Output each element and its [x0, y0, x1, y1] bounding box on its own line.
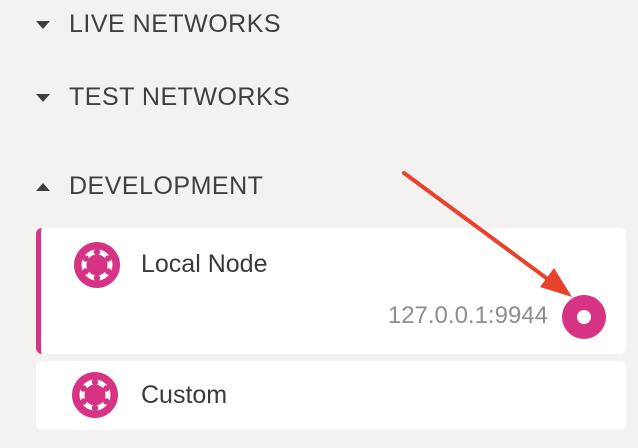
caret-down-icon [36, 20, 50, 29]
section-label: TEST NETWORKS [69, 83, 291, 111]
network-item-custom[interactable]: Custom [36, 361, 626, 430]
network-name: Custom [141, 381, 228, 409]
section-label: DEVELOPMENT [69, 172, 264, 200]
section-header-test-networks[interactable]: TEST NETWORKS [36, 83, 290, 112]
caret-up-icon [36, 182, 50, 191]
selected-radio-indicator[interactable] [562, 295, 606, 339]
network-selector-panel: LIVE NETWORKS TEST NETWORKS DEVELOPMENT … [0, 0, 638, 448]
section-label: LIVE NETWORKS [69, 10, 282, 38]
network-endpoint: 127.0.0.1:9944 [387, 302, 548, 329]
network-item-local-node[interactable]: Local Node 127.0.0.1:9944 [36, 228, 626, 354]
polkadot-icon [72, 372, 118, 418]
section-header-development[interactable]: DEVELOPMENT [36, 172, 263, 201]
section-header-live-networks[interactable]: LIVE NETWORKS [36, 10, 281, 39]
radio-dot [577, 310, 591, 324]
polkadot-icon [74, 242, 120, 288]
caret-down-icon [36, 93, 50, 102]
network-name: Local Node [141, 250, 268, 278]
